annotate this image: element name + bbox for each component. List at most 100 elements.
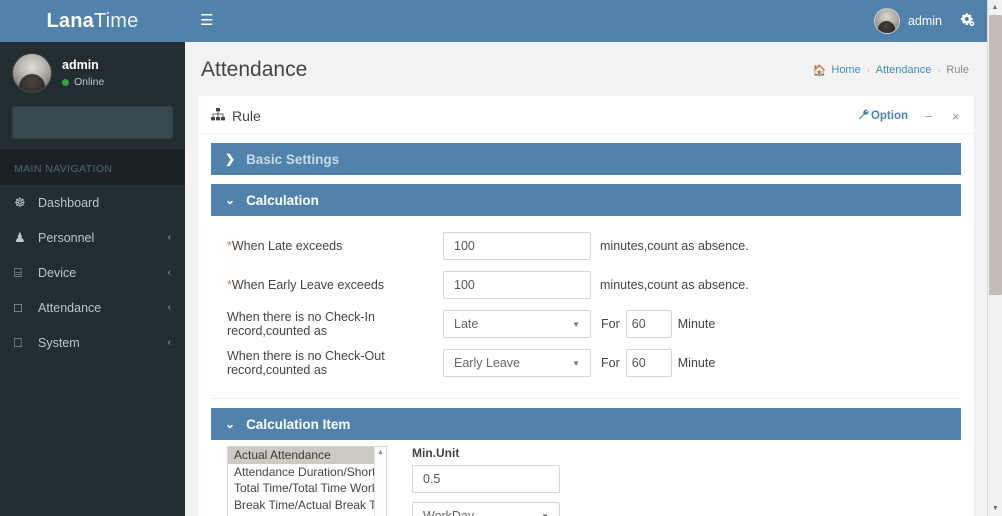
home-icon: 🏠 xyxy=(812,64,827,77)
chevron-left-icon: ‹ xyxy=(167,302,171,313)
form-row-no-checkout: When there is no Check-Out record,counte… xyxy=(211,349,961,377)
breadcrumb-separator: › xyxy=(866,65,870,75)
min-unit-input[interactable] xyxy=(412,465,560,493)
chevron-left-icon: ‹ xyxy=(167,337,171,348)
calculation-item-body: Actual Attendance Attendance Duration/Sh… xyxy=(211,440,961,516)
field-label: *When Late exceeds xyxy=(211,239,443,253)
sidebar-search-box[interactable] xyxy=(12,106,173,139)
field-label: *When Early Leave exceeds xyxy=(211,278,443,292)
avatar xyxy=(12,53,52,93)
sidebar-item-system[interactable]: ⎕ System ‹ xyxy=(0,325,185,360)
box-header: Rule Option − × xyxy=(198,99,974,134)
sidebar-user-panel[interactable]: admin Online xyxy=(0,42,185,104)
box-body: ❯ Basic Settings ⌄ Calculation *When Lat… xyxy=(198,134,974,516)
app-root: Lana Time admin Online MAIN NAVIGATION ☸ … xyxy=(0,0,1002,516)
list-item[interactable]: Attendance Duration/Short xyxy=(228,464,386,481)
calculation-item-listbox[interactable]: Actual Attendance Attendance Duration/Sh… xyxy=(227,446,387,516)
early-leave-exceeds-input[interactable] xyxy=(443,271,591,299)
scroll-up-icon[interactable]: ▲ xyxy=(377,449,384,456)
page-header: Attendance 🏠 Home › Attendance › Rule xyxy=(185,42,987,96)
sidebar-item-dashboard[interactable]: ☸ Dashboard xyxy=(0,185,185,220)
top-navbar: ☰ admin xyxy=(185,0,987,42)
sidebar-user-status-label: Online xyxy=(74,75,105,88)
option-button[interactable]: Option xyxy=(858,109,908,123)
breadcrumb-attendance[interactable]: Attendance xyxy=(876,64,932,76)
panel-header-calculation[interactable]: ⌄ Calculation xyxy=(211,184,961,216)
gears-icon[interactable] xyxy=(960,12,975,30)
chevron-left-icon: ‹ xyxy=(167,232,171,243)
sidebar-item-label: Personnel xyxy=(38,230,95,245)
late-exceeds-input[interactable] xyxy=(443,232,591,260)
chevron-down-icon: ▼ xyxy=(572,358,580,368)
avatar xyxy=(873,8,900,34)
field-label: When there is no Check-In record,counted… xyxy=(227,310,375,338)
content-area: Attendance 🏠 Home › Attendance › Rule Ru… xyxy=(185,42,987,516)
panel-basic-settings: ❯ Basic Settings xyxy=(211,143,961,175)
chevron-left-icon: ‹ xyxy=(167,267,171,278)
scroll-down-icon[interactable]: ▼ xyxy=(988,501,1002,516)
dashboard-icon: ☸ xyxy=(14,194,26,210)
option-button-label: Option xyxy=(870,110,908,122)
close-button[interactable]: × xyxy=(949,109,962,124)
brand-logo-light: Time xyxy=(93,9,139,32)
sidebar-item-label: Attendance xyxy=(38,300,102,315)
chevron-down-icon: ⌄ xyxy=(225,193,236,207)
panel-header-basic-settings[interactable]: ❯ Basic Settings xyxy=(211,143,961,175)
page-scrollbar[interactable]: ▲ ▼ xyxy=(987,0,1002,516)
sidebar-item-label: Dashboard xyxy=(38,195,100,210)
box-tools: Option − × xyxy=(858,109,962,124)
list-item[interactable]: Total Time/Total Time Worked xyxy=(228,480,386,497)
scrollbar-thumb[interactable] xyxy=(989,15,1002,295)
desktop-icon: ⎕ xyxy=(14,334,22,350)
breadcrumb-separator: › xyxy=(937,65,941,75)
field-label-text: When Late exceeds xyxy=(231,239,343,253)
sidebar-item-personnel[interactable]: ♟ Personnel ‹ xyxy=(0,220,185,255)
topbar-user-label: admin xyxy=(907,14,942,28)
min-unit-select-value: WorkDay xyxy=(423,509,475,516)
list-item[interactable]: Break Time/Actual Break Time xyxy=(228,497,386,514)
chevron-down-icon: ⌄ xyxy=(225,417,236,431)
sidebar-user-name: admin xyxy=(62,57,99,72)
brand-logo[interactable]: Lana Time xyxy=(0,0,185,42)
sidebar-item-label: Device xyxy=(38,265,77,280)
form-row-no-checkin: When there is no Check-In record,counted… xyxy=(211,310,961,338)
panel-title: Basic Settings xyxy=(246,151,340,167)
chevron-down-icon: ▼ xyxy=(572,319,580,329)
form-row-late-exceeds: *When Late exceeds minutes,count as abse… xyxy=(211,232,961,260)
panel-calculation: ⌄ Calculation *When Late exceeds minutes… xyxy=(211,184,961,399)
menu-toggle-icon[interactable]: ☰ xyxy=(185,0,228,42)
minute-label: Minute xyxy=(677,356,716,370)
minimize-button[interactable]: − xyxy=(922,109,935,124)
minute-label: Minute xyxy=(677,317,716,331)
search-input[interactable] xyxy=(13,107,172,138)
no-checkin-duration-input[interactable] xyxy=(625,310,672,338)
chevron-right-icon: ❯ xyxy=(225,152,236,166)
no-checkout-select[interactable]: Early Leave ▼ xyxy=(443,349,591,377)
list-item[interactable]: Actual Attendance xyxy=(228,447,386,464)
box-title: Rule xyxy=(211,108,261,124)
scroll-up-icon[interactable]: ▲ xyxy=(988,0,1002,15)
panel-body-calculation: *When Late exceeds minutes,count as abse… xyxy=(211,216,961,399)
min-unit-select[interactable]: WorkDay ▼ xyxy=(412,502,560,516)
topbar-user-menu[interactable]: admin xyxy=(873,8,942,34)
breadcrumb-home[interactable]: Home xyxy=(831,64,860,76)
sidebar-item-attendance[interactable]: □ Attendance ‹ xyxy=(0,290,185,325)
for-label: For xyxy=(601,356,620,370)
calendar-icon: □ xyxy=(14,300,22,315)
min-unit-group: Min.Unit WorkDay ▼ xyxy=(412,446,560,516)
sidebar-item-device[interactable]: ⌸ Device ‹ xyxy=(0,255,185,290)
sidebar-nav-list: ☸ Dashboard ♟ Personnel ‹ ⌸ Device ‹ □ A… xyxy=(0,185,185,360)
panel-header-calculation-item[interactable]: ⌄ Calculation Item xyxy=(211,408,961,440)
wrench-icon xyxy=(858,109,869,123)
listbox-scrollbar[interactable]: ▲ xyxy=(374,447,386,516)
online-status-icon xyxy=(62,78,69,86)
for-label: For xyxy=(601,317,620,331)
no-checkin-select[interactable]: Late ▼ xyxy=(443,310,591,338)
field-suffix: minutes,count as absence. xyxy=(600,239,749,253)
sidebar-user-status: Online xyxy=(62,75,104,91)
sidebar: Lana Time admin Online MAIN NAVIGATION ☸ … xyxy=(0,0,185,516)
no-checkout-duration-input[interactable] xyxy=(625,349,672,377)
field-label: When there is no Check-Out record,counte… xyxy=(227,349,385,377)
panel-title: Calculation Item xyxy=(246,416,351,432)
sidebar-item-label: System xyxy=(38,335,80,350)
